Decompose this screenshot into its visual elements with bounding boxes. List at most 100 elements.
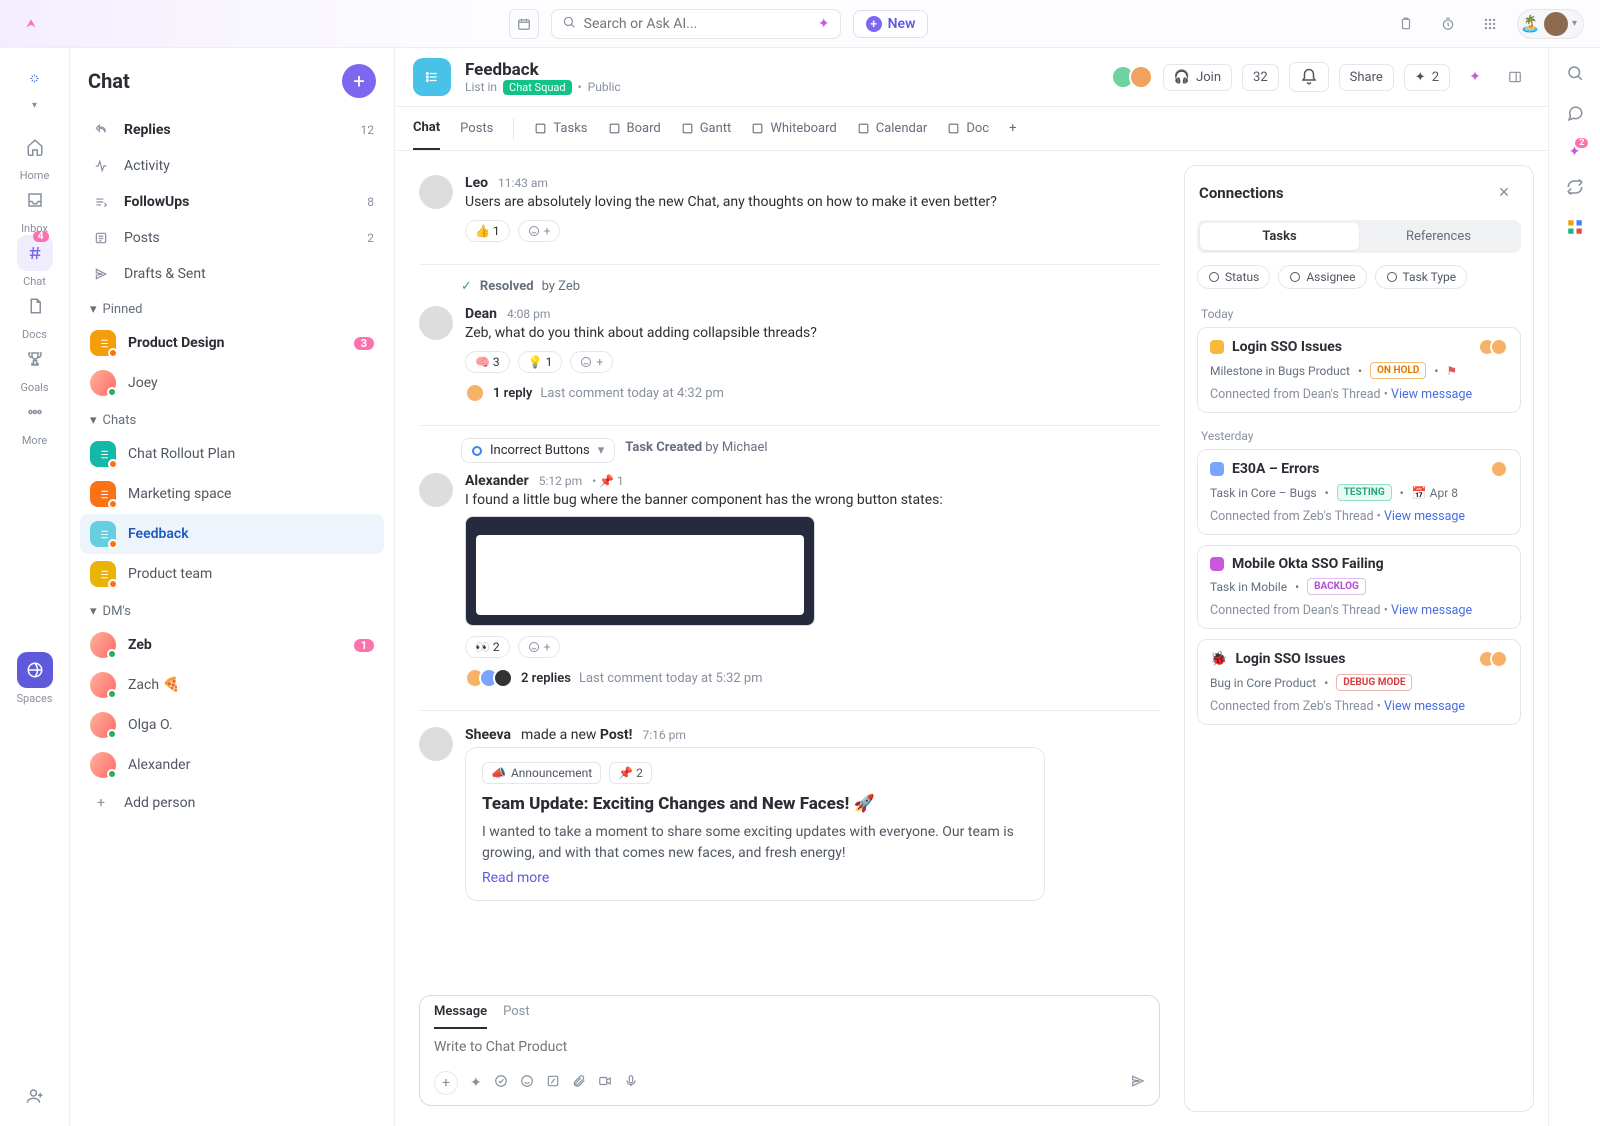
notifications-button[interactable] <box>1289 62 1329 92</box>
app-logo[interactable] <box>16 9 46 39</box>
share-button[interactable]: Share <box>1339 64 1394 91</box>
rail-docs[interactable]: Docs <box>17 288 53 341</box>
send-icon[interactable] <box>1131 1074 1145 1092</box>
sidebar-item-marketing-space[interactable]: Marketing space <box>80 474 384 514</box>
invite-person-icon[interactable] <box>17 1078 53 1114</box>
sidebar-posts[interactable]: Posts2 <box>80 220 384 256</box>
sidebar-item-alexander[interactable]: Alexander <box>80 745 384 785</box>
view-message-link[interactable]: View message <box>1384 509 1465 524</box>
connection-card[interactable]: E30A – ErrorsTask in Core – Bugs•TESTING… <box>1197 449 1521 535</box>
connection-card[interactable]: 🐞Login SSO IssuesBug in Core Product•DEB… <box>1197 639 1521 725</box>
slash-command-icon[interactable] <box>546 1074 560 1092</box>
calendar-icon[interactable] <box>509 9 539 39</box>
sidebar-activity[interactable]: Activity <box>80 148 384 184</box>
global-search[interactable]: ✦ <box>551 9 841 39</box>
add-reaction-button[interactable]: + <box>518 220 561 242</box>
rail-goals[interactable]: Goals <box>17 341 53 394</box>
user-menu[interactable]: 🏝️ ▾ <box>1517 9 1584 39</box>
reaction[interactable]: 👀 2 <box>465 636 510 658</box>
new-chat-button[interactable]: + <box>342 64 376 98</box>
view-message-link[interactable]: View message <box>1384 699 1465 714</box>
add-reaction-button[interactable]: + <box>518 636 561 658</box>
avatar[interactable] <box>419 473 453 507</box>
sidebar-item-feedback[interactable]: Feedback <box>80 514 384 554</box>
composer-plus-icon[interactable]: + <box>434 1071 458 1095</box>
comments-icon[interactable] <box>1566 104 1584 126</box>
add-person-button[interactable]: +Add person <box>80 785 384 821</box>
add-reaction-button[interactable]: + <box>570 351 613 373</box>
rail-inbox[interactable]: Inbox <box>17 182 53 235</box>
mic-icon[interactable] <box>624 1074 638 1092</box>
conn-tab-tasks[interactable]: Tasks <box>1200 223 1359 250</box>
join-button[interactable]: 🎧Join <box>1163 64 1232 91</box>
filter-assignee[interactable]: Assignee <box>1278 265 1366 289</box>
sidebar-item-zeb[interactable]: Zeb1 <box>80 625 384 665</box>
post-card[interactable]: 📣Announcement📌 2Team Update: Exciting Ch… <box>465 747 1045 901</box>
view-tab-calendar[interactable]: Calendar <box>857 107 928 150</box>
filter-status[interactable]: Status <box>1197 265 1270 289</box>
view-tab-gantt[interactable]: Gantt <box>681 107 732 150</box>
attachment-icon[interactable] <box>572 1074 586 1092</box>
sidebar-group-dm's[interactable]: ▾DM's <box>80 594 384 625</box>
thread-link[interactable]: 1 replyLast comment today at 4:32 pm <box>465 383 1160 403</box>
apps-icon[interactable] <box>1566 218 1584 240</box>
emoji-icon[interactable] <box>520 1074 534 1092</box>
sidebar-item-zach-[interactable]: Zach 🍕 <box>80 665 384 705</box>
sidebar-item-chat-rollout-plan[interactable]: Chat Rollout Plan <box>80 434 384 474</box>
view-tab-board[interactable]: Board <box>608 107 661 150</box>
sidebar-replies[interactable]: Replies12 <box>80 112 384 148</box>
ai-sparkle-icon[interactable]: ✦ <box>818 16 830 32</box>
pin-count[interactable]: 📌 2 <box>609 762 652 784</box>
composer-tab-post[interactable]: Post <box>503 1004 530 1029</box>
reaction[interactable]: 👍 1 <box>465 220 510 242</box>
panel-toggle-icon[interactable] <box>1500 62 1530 92</box>
sidebar-item-olga-o-[interactable]: Olga O. <box>80 705 384 745</box>
thread-link[interactable]: 2 repliesLast comment today at 5:32 pm <box>465 668 1160 688</box>
sidebar-group-chats[interactable]: ▾Chats <box>80 403 384 434</box>
screenshot-attachment[interactable] <box>465 516 815 626</box>
composer-input[interactable] <box>434 1039 1145 1055</box>
search-icon[interactable] <box>1566 64 1584 86</box>
new-button[interactable]: +New <box>853 10 929 38</box>
conn-tab-references[interactable]: References <box>1359 223 1518 250</box>
member-avatars[interactable] <box>1111 65 1153 89</box>
sidebar-item-product-design[interactable]: Product Design3 <box>80 323 384 363</box>
view-tab-tasks[interactable]: Tasks <box>534 107 587 150</box>
view-message-link[interactable]: View message <box>1391 603 1472 618</box>
sidebar-followups[interactable]: FollowUps8 <box>80 184 384 220</box>
workspace-logo[interactable] <box>17 60 53 96</box>
sidebar-item-product-team[interactable]: Product team <box>80 554 384 594</box>
sync-icon[interactable] <box>1566 178 1584 200</box>
guests-button[interactable]: ✦2 <box>1404 64 1450 91</box>
composer-tab-message[interactable]: Message <box>434 1004 487 1029</box>
check-circle-icon[interactable] <box>494 1074 508 1092</box>
video-icon[interactable] <box>598 1074 612 1092</box>
clipboard-icon[interactable] <box>1391 9 1421 39</box>
reaction[interactable]: 🧠 3 <box>465 351 510 373</box>
timer-icon[interactable] <box>1433 9 1463 39</box>
reaction[interactable]: 💡 1 <box>518 351 563 373</box>
connection-card[interactable]: Mobile Okta SSO FailingTask in Mobile•BA… <box>1197 545 1521 629</box>
avatar[interactable] <box>419 175 453 209</box>
sidebar-group-pinned[interactable]: ▾Pinned <box>80 292 384 323</box>
rail-spaces[interactable]: Spaces <box>17 652 53 705</box>
ai-icon[interactable]: ✦ <box>1460 62 1490 92</box>
view-message-link[interactable]: View message <box>1391 387 1472 402</box>
connection-card[interactable]: Login SSO IssuesMilestone in Bugs Produc… <box>1197 327 1521 413</box>
close-icon[interactable]: ✕ <box>1489 178 1519 208</box>
rail-home[interactable]: Home <box>17 129 53 182</box>
search-input[interactable] <box>584 16 810 32</box>
filter-task type[interactable]: Task Type <box>1375 265 1468 289</box>
view-tab-chat[interactable]: Chat <box>413 107 440 150</box>
view-tab-whiteboard[interactable]: Whiteboard <box>751 107 836 150</box>
rail-more[interactable]: More <box>17 394 53 447</box>
squad-chip[interactable]: Chat Squad <box>503 80 572 95</box>
sidebar-drafts & sent[interactable]: Drafts & Sent <box>80 256 384 292</box>
member-count[interactable]: 32 <box>1242 64 1279 91</box>
ai-icon[interactable]: ✦2 <box>1569 144 1581 160</box>
task-pill[interactable]: Incorrect Buttons▾ <box>461 438 615 463</box>
add-view-button[interactable]: + <box>1009 107 1016 150</box>
apps-grid-icon[interactable] <box>1475 9 1505 39</box>
ai-sparkle-icon[interactable]: ✦ <box>470 1075 482 1091</box>
read-more-link[interactable]: Read more <box>482 870 549 886</box>
